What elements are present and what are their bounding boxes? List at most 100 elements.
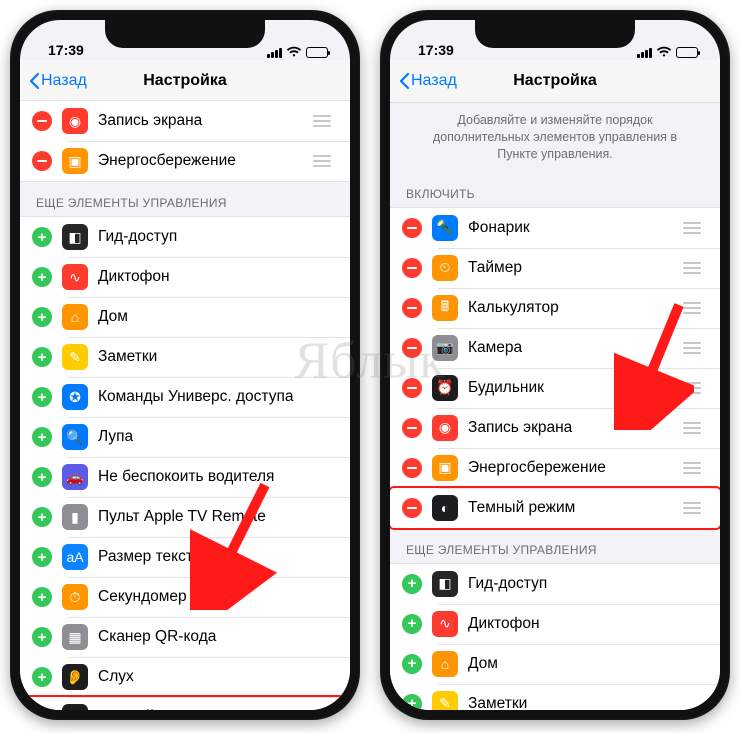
settings-row[interactable]: + ◧ Гид-доступ	[390, 564, 720, 604]
record-icon: ◉	[432, 415, 458, 441]
battery-icon: ▣	[62, 148, 88, 174]
add-button[interactable]: +	[402, 694, 422, 710]
record-icon: ◉	[62, 108, 88, 134]
settings-row[interactable]: 📷Камера	[390, 328, 720, 368]
settings-row[interactable]: ◉Запись экрана	[390, 408, 720, 448]
row-label: Гид-доступ	[468, 575, 720, 593]
settings-row[interactable]: +∿Диктофон	[390, 604, 720, 644]
chevron-left-icon	[28, 72, 40, 90]
add-button[interactable]: +	[32, 507, 52, 527]
settings-row[interactable]: +✎Заметки	[390, 684, 720, 710]
drag-handle-icon[interactable]	[308, 155, 336, 167]
settings-row[interactable]: +🔍Лупа	[20, 417, 350, 457]
add-button[interactable]: +	[32, 587, 52, 607]
more-list: +◧Гид-доступ+∿Диктофон+⌂Дом+✎Заметки+✪Ко…	[20, 216, 350, 710]
settings-row[interactable]: ⏲Таймер	[390, 248, 720, 288]
drag-handle-icon[interactable]	[678, 422, 706, 434]
settings-row[interactable]: +👂Слух	[20, 657, 350, 697]
remove-button[interactable]	[32, 151, 52, 171]
settings-row[interactable]: ▣Энергосбережение	[390, 448, 720, 488]
hearing-icon: 👂	[62, 664, 88, 690]
add-button[interactable]: +	[402, 574, 422, 594]
add-button[interactable]: +	[402, 614, 422, 634]
add-button[interactable]: +	[32, 427, 52, 447]
drag-handle-icon[interactable]	[678, 222, 706, 234]
row-label: Заметки	[468, 695, 720, 710]
remove-button[interactable]	[402, 258, 422, 278]
back-button[interactable]: Назад	[28, 60, 87, 102]
add-button[interactable]: +	[32, 347, 52, 367]
drag-handle-icon[interactable]	[678, 302, 706, 314]
row-label: Не беспокоить водителя	[98, 468, 350, 486]
chevron-left-icon	[398, 72, 410, 90]
row-label: Дом	[468, 655, 720, 673]
add-button[interactable]: +	[32, 227, 52, 247]
intro-text: Добавляйте и изменяйте порядок дополните…	[390, 100, 720, 173]
status-time: 17:39	[48, 42, 84, 58]
add-button[interactable]: +	[32, 627, 52, 647]
remove-button[interactable]	[402, 338, 422, 358]
settings-row[interactable]: ▣Энергосбережение	[20, 141, 350, 181]
settings-row[interactable]: 🖩Калькулятор	[390, 288, 720, 328]
add-button[interactable]: +	[32, 307, 52, 327]
settings-row[interactable]: +◧Гид-доступ	[20, 217, 350, 257]
row-label: Сканер QR-кода	[98, 628, 350, 646]
remove-button[interactable]	[402, 458, 422, 478]
add-button[interactable]: +	[32, 387, 52, 407]
timer-icon: ⏲	[432, 255, 458, 281]
settings-row[interactable]: +⌂Дом	[390, 644, 720, 684]
camera-icon: 📷	[432, 335, 458, 361]
settings-row[interactable]: +∿Диктофон	[20, 257, 350, 297]
guided-access-icon: ◧	[432, 571, 458, 597]
drag-handle-icon[interactable]	[308, 115, 336, 127]
settings-row[interactable]: ◐Темный режим	[390, 488, 720, 528]
remove-button[interactable]	[402, 298, 422, 318]
row-label: Заметки	[98, 348, 350, 366]
text-size-icon: aA	[62, 544, 88, 570]
battery-icon	[306, 47, 328, 58]
settings-row[interactable]: +▦Сканер QR-кода	[20, 617, 350, 657]
settings-row[interactable]: ⏰Будильник	[390, 368, 720, 408]
add-button[interactable]: +	[32, 267, 52, 287]
navbar: Назад Настройка	[20, 60, 350, 103]
remove-button[interactable]	[402, 378, 422, 398]
content-right[interactable]: Добавляйте и изменяйте порядок дополните…	[390, 100, 720, 710]
notch	[475, 20, 635, 48]
content-left[interactable]: ◉Запись экрана▣Энергосбережение ЕЩЕ ЭЛЕМ…	[20, 100, 350, 710]
settings-row[interactable]: +⌂Дом	[20, 297, 350, 337]
wifi-icon	[656, 46, 672, 58]
row-label: Энергосбережение	[468, 459, 678, 477]
add-button[interactable]: +	[32, 547, 52, 567]
screenshot-pair: 17:39 Назад Настройка ◉Запись экрана▣Эне…	[0, 0, 740, 733]
settings-row[interactable]: ◉ Запись экрана	[20, 101, 350, 141]
back-button[interactable]: Назад	[398, 60, 457, 102]
guided-access-icon: ◧	[62, 224, 88, 250]
settings-row[interactable]: +◐Темный режим	[20, 697, 350, 710]
row-label: Темный режим	[468, 499, 678, 517]
remove-button[interactable]	[402, 498, 422, 518]
remove-button[interactable]	[32, 111, 52, 131]
settings-row[interactable]: +✎Заметки	[20, 337, 350, 377]
remove-button[interactable]	[402, 218, 422, 238]
drag-handle-icon[interactable]	[678, 342, 706, 354]
phone-left: 17:39 Назад Настройка ◉ Запись экрана ▣Эне…	[10, 10, 360, 720]
add-button[interactable]: +	[32, 707, 52, 710]
remove-button[interactable]	[402, 418, 422, 438]
row-label: Дом	[98, 308, 350, 326]
settings-row[interactable]: 🔦Фонарик	[390, 208, 720, 248]
add-button[interactable]: +	[402, 654, 422, 674]
settings-row[interactable]: +✪Команды Универс. доступа	[20, 377, 350, 417]
drag-handle-icon[interactable]	[678, 462, 706, 474]
settings-row[interactable]: +▮Пульт Apple TV Remote	[20, 497, 350, 537]
navbar: Назад Настройка	[390, 60, 720, 103]
flashlight-icon: 🔦	[432, 215, 458, 241]
settings-row[interactable]: +aAРазмер текста	[20, 537, 350, 577]
add-button[interactable]: +	[32, 667, 52, 687]
drag-handle-icon[interactable]	[678, 382, 706, 394]
drag-handle-icon[interactable]	[678, 262, 706, 274]
drag-handle-icon[interactable]	[678, 502, 706, 514]
row-label: Запись экрана	[98, 112, 308, 130]
add-button[interactable]: +	[32, 467, 52, 487]
settings-row[interactable]: +⏱Секундомер	[20, 577, 350, 617]
settings-row[interactable]: +🚗Не беспокоить водителя	[20, 457, 350, 497]
